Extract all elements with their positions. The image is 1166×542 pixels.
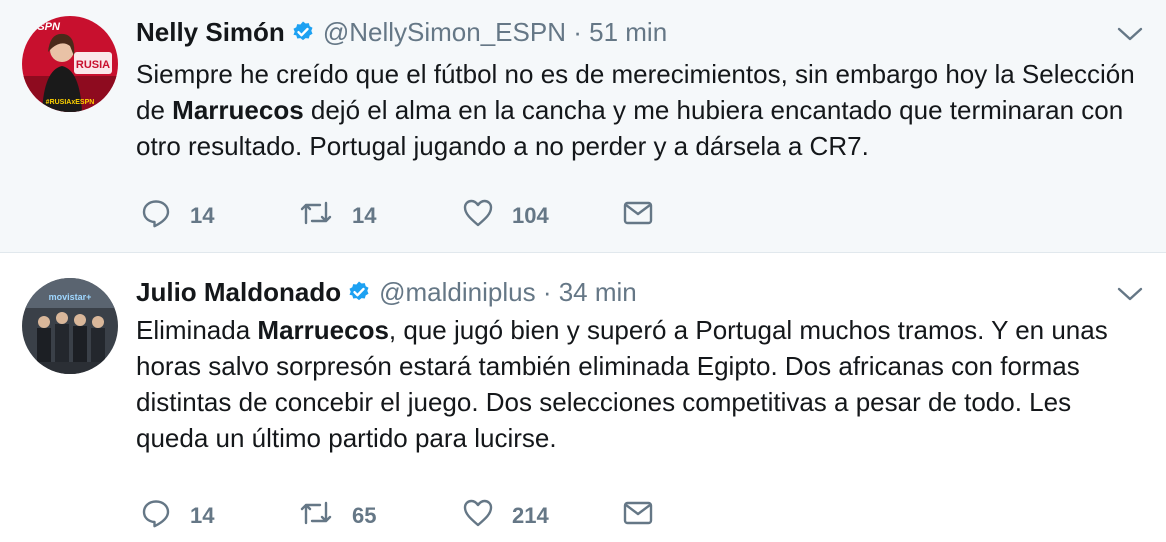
avatar[interactable]: RUSIA ESPN #RUSIAxESPN — [22, 16, 118, 112]
reply-count: 14 — [190, 503, 215, 528]
tweet-header: Nelly Simón @NellySimon_ESPN · 51 min — [136, 12, 1106, 52]
direct-message-button[interactable] — [622, 496, 654, 536]
retweet-count: 14 — [352, 203, 377, 228]
tweet-text-bold: Marruecos — [257, 315, 389, 345]
tweet-actions: 14 65 214 — [140, 496, 700, 536]
chevron-down-icon[interactable] — [1116, 24, 1144, 44]
retweet-icon — [298, 497, 334, 535]
avatar[interactable]: movistar+ — [22, 278, 118, 374]
tweet-text: Eliminada Marruecos, que jugó bien y sup… — [136, 312, 1142, 456]
verified-badge-icon — [347, 275, 371, 315]
author-name[interactable]: Julio Maldonado — [136, 277, 341, 307]
envelope-icon — [622, 197, 654, 235]
author-handle[interactable]: @maldiniplus — [379, 277, 535, 307]
direct-message-button[interactable] — [622, 196, 654, 236]
verified-badge-icon — [291, 15, 315, 55]
retweet-button[interactable]: 14 — [298, 196, 376, 236]
retweet-count: 65 — [352, 503, 377, 528]
avatar-badge-text: RUSIA — [76, 59, 110, 71]
like-count: 214 — [512, 503, 549, 528]
avatar-brand-text: ESPN — [30, 21, 61, 33]
like-count: 104 — [512, 203, 549, 228]
tweet-text-bold: Marruecos — [172, 95, 304, 125]
tweet-header: Julio Maldonado @maldiniplus · 34 min — [136, 272, 1106, 312]
avatar-brand-text: movistar+ — [49, 292, 92, 302]
timestamp[interactable]: 51 min — [589, 17, 667, 47]
heart-icon — [462, 197, 494, 235]
heart-icon — [462, 497, 494, 535]
reply-icon — [140, 197, 172, 235]
envelope-icon — [622, 497, 654, 535]
chevron-down-icon[interactable] — [1116, 284, 1144, 304]
time-separator: · — [573, 17, 582, 47]
retweet-icon — [298, 197, 334, 235]
reply-count: 14 — [190, 203, 215, 228]
tweet[interactable]: RUSIA ESPN #RUSIAxESPN Nelly Simón @Nelly… — [0, 0, 1166, 253]
author-name[interactable]: Nelly Simón — [136, 17, 285, 47]
author-handle[interactable]: @NellySimon_ESPN — [323, 17, 566, 47]
tweet-text: Siempre he creído que el fútbol no es de… — [136, 56, 1142, 164]
avatar-tag-text: #RUSIAxESPN — [46, 99, 95, 106]
reply-icon — [140, 497, 172, 535]
timestamp[interactable]: 34 min — [559, 277, 637, 307]
tweet-actions: 14 14 104 — [140, 196, 700, 236]
reply-button[interactable]: 14 — [140, 496, 214, 536]
like-button[interactable]: 214 — [462, 496, 549, 536]
retweet-button[interactable]: 65 — [298, 496, 376, 536]
reply-button[interactable]: 14 — [140, 196, 214, 236]
time-separator: · — [542, 277, 552, 307]
tweet-text-part: Eliminada — [136, 315, 258, 345]
like-button[interactable]: 104 — [462, 196, 549, 236]
